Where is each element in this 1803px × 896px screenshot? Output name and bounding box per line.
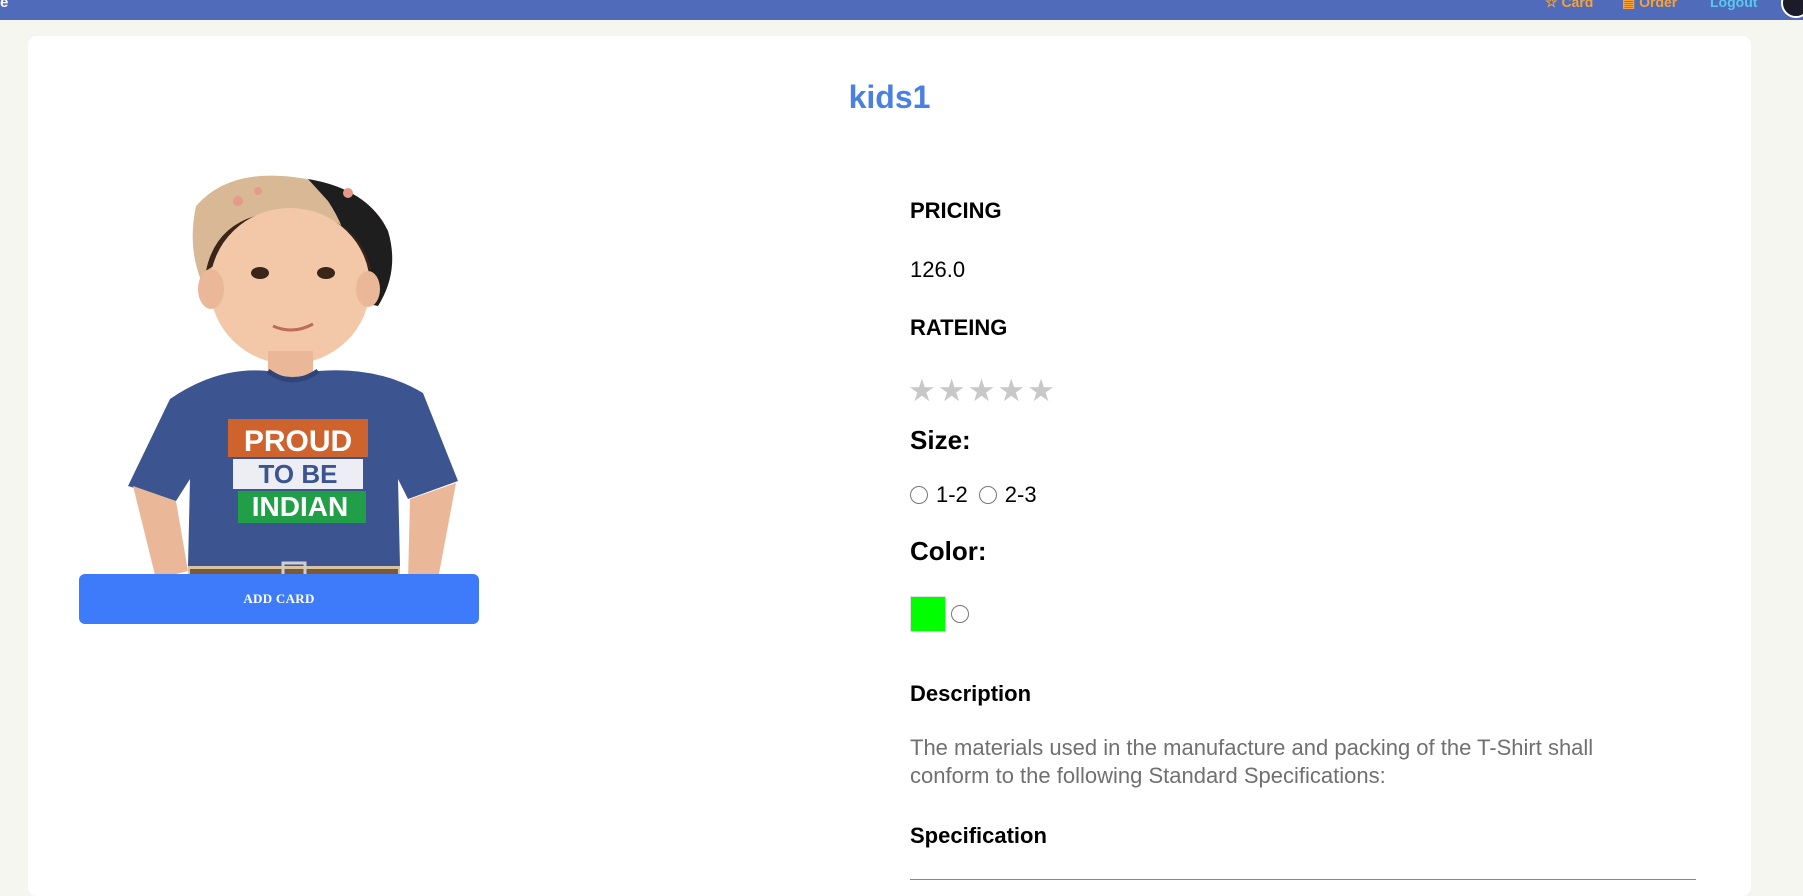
product-card: kids1 PROUD TO BE INDIAN ADD CARD PRICIN… <box>28 36 1751 896</box>
brand-fragment[interactable]: e <box>0 0 8 11</box>
size-option-2-3[interactable]: 2-3 <box>978 482 1037 508</box>
description-label: Description <box>910 681 1032 706</box>
rating-stars[interactable]: ★★★★★ <box>908 373 1057 409</box>
shirt-print-line-2: TO BE <box>259 459 338 489</box>
avatar[interactable] <box>1781 0 1803 18</box>
size-radio[interactable] <box>978 486 997 504</box>
size-radio[interactable] <box>910 486 928 504</box>
color-options <box>910 596 977 632</box>
product-image: PROUD TO BE INDIAN <box>128 175 458 603</box>
price-value: 126.0 <box>910 257 966 282</box>
nav-card-link[interactable]: ☆ Card <box>1545 0 1593 11</box>
shirt-print-line-1: PROUD <box>244 425 352 458</box>
size-option-label: 2-3 <box>1004 482 1037 507</box>
size-option-1-2[interactable]: 1-2 <box>910 482 968 508</box>
add-card-button[interactable]: ADD CARD <box>79 574 479 624</box>
top-navbar: e ☆ Card ▤ Order Logout <box>0 0 1803 20</box>
size-option-label: 1-2 <box>936 482 968 507</box>
nav-logout-link[interactable]: Logout <box>1710 0 1757 10</box>
pricing-label: PRICING <box>910 198 1002 223</box>
specification-label: Specification <box>910 823 1047 848</box>
divider <box>910 879 1696 880</box>
product-title: kids1 <box>848 79 931 115</box>
color-swatch-green <box>910 596 946 632</box>
rating-label: RATEING <box>910 315 1008 340</box>
size-label: Size: <box>910 425 971 455</box>
description-text: The materials used in the manufacture an… <box>910 735 1594 788</box>
size-options: 1-2 2-3 <box>910 482 1048 508</box>
shirt-print-line-3: INDIAN <box>252 491 348 522</box>
nav-order-link[interactable]: ▤ Order <box>1622 0 1677 11</box>
color-radio[interactable] <box>951 605 969 623</box>
color-label: Color: <box>910 536 987 566</box>
